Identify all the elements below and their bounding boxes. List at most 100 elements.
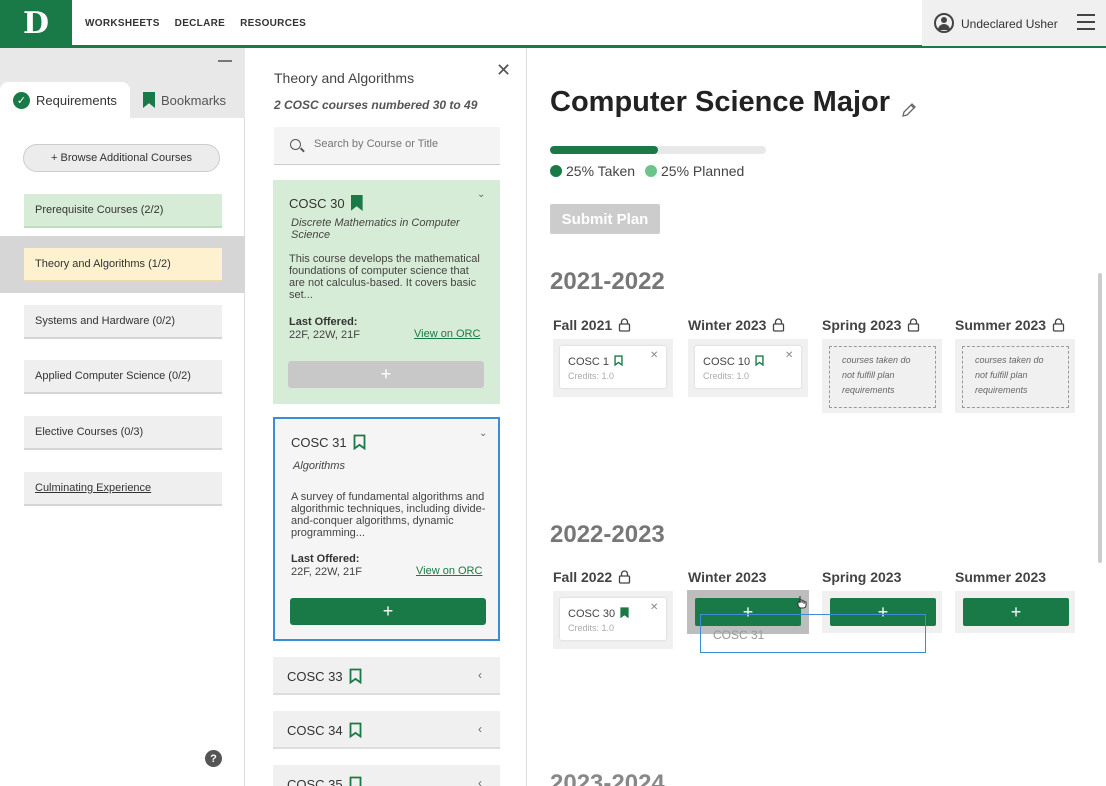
course-name: Algorithms (293, 460, 345, 472)
credits: Credits: 1.0 (568, 371, 615, 381)
tab-requirements[interactable]: ✓ Requirements (0, 82, 130, 118)
last-offered-value: 22F, 22W, 21F (291, 566, 362, 578)
bookmark-outline-icon[interactable] (349, 776, 362, 786)
planned-course-code: COSC 30 (568, 607, 629, 621)
course-name: Discrete Mathematics in Computer Science (291, 217, 460, 241)
last-offered-label: Last Offered: (289, 316, 358, 328)
nav-worksheets[interactable]: WORKSHEETS (85, 18, 160, 29)
bookmark-outline-icon[interactable] (614, 355, 623, 369)
submit-plan-button[interactable]: Submit Plan (550, 204, 660, 234)
planned-course[interactable]: COSC 1 Credits: 1.0 ✕ (560, 346, 666, 388)
panel-title: Theory and Algorithms (274, 70, 415, 86)
requirement-systems-hardware[interactable]: Systems and Hardware (0/2) (24, 305, 222, 339)
plan-area: Computer Science Major 25% Taken 25% Pla… (528, 48, 1106, 786)
bookmark-filled-icon[interactable] (620, 607, 629, 621)
credits: Credits: 1.0 (568, 623, 615, 633)
requirement-theory-algorithms[interactable]: Theory and Algorithms (1/2) (24, 248, 222, 282)
last-offered-value: 22F, 22W, 21F (289, 329, 360, 341)
chevron-down-icon[interactable]: ⌄ (477, 189, 485, 200)
bookmark-filled-icon[interactable] (350, 195, 363, 211)
course-code-label: COSC 30 (568, 608, 616, 620)
user-name: Undeclared Usher (961, 17, 1058, 31)
remove-course-icon[interactable]: ✕ (785, 350, 793, 361)
search-input[interactable] (314, 138, 484, 150)
term-label: Fall 2022 (553, 569, 613, 585)
collapse-sidebar-icon[interactable] (218, 60, 232, 62)
help-icon[interactable]: ? (205, 750, 222, 767)
close-icon[interactable]: ✕ (496, 60, 511, 81)
user-area[interactable]: Undeclared Usher (922, 0, 1106, 46)
term-heading: Summer 2023 (955, 317, 1065, 333)
course-code: COSC 33 (287, 668, 362, 684)
course-code-label: COSC 31 (291, 434, 347, 450)
course-card-collapsed[interactable]: COSC 34 ‹ (273, 711, 500, 749)
lock-icon (907, 318, 920, 332)
tab-bookmarks-label: Bookmarks (161, 92, 227, 108)
tab-bookmarks[interactable]: Bookmarks (131, 82, 245, 118)
lock-icon (1052, 318, 1065, 332)
planned-course[interactable]: COSC 30 Credits: 1.0 ✕ (560, 598, 666, 640)
bookmark-outline-icon[interactable] (755, 355, 764, 369)
bookmark-icon (143, 92, 155, 108)
course-card-collapsed[interactable]: COSC 33 ‹ (273, 657, 500, 695)
requirement-culminating[interactable]: Culminating Experience (24, 472, 222, 506)
term-heading: Summer 2023 (955, 569, 1047, 585)
course-code-label: COSC 33 (287, 668, 343, 684)
view-on-orc-link[interactable]: View on ORC (416, 565, 482, 577)
term-heading: Fall 2022 (553, 569, 631, 585)
view-on-orc-link[interactable]: View on ORC (414, 328, 480, 340)
chevron-left-icon[interactable]: ‹ (478, 668, 482, 682)
search-icon (290, 139, 301, 150)
course-card-collapsed[interactable]: COSC 35 ‹ (273, 765, 500, 786)
nav-resources[interactable]: RESOURCES (240, 18, 306, 29)
bookmark-outline-icon[interactable] (349, 722, 362, 738)
chevron-left-icon[interactable]: ‹ (478, 776, 482, 786)
term-slot: COSC 30 Credits: 1.0 ✕ (553, 591, 673, 649)
dartmouth-logo[interactable]: D (0, 0, 72, 46)
course-code: COSC 30 (289, 195, 363, 211)
course-description: This course develops the mathematical fo… (289, 253, 480, 301)
progress-bar (550, 146, 766, 154)
course-code: COSC 31 (291, 434, 366, 450)
add-course-button-disabled[interactable]: + (288, 361, 484, 388)
nav-declare[interactable]: DECLARE (175, 18, 225, 29)
credits: Credits: 1.0 (703, 371, 750, 381)
add-course-button[interactable]: + (290, 598, 486, 625)
plan-scrollbar[interactable] (1098, 273, 1102, 563)
course-code-label: COSC 34 (287, 722, 343, 738)
remove-course-icon[interactable]: ✕ (650, 602, 658, 613)
course-card-cosc30[interactable]: COSC 30 ⌄ Discrete Mathematics in Comput… (273, 180, 500, 404)
term-slot: courses taken do not fulfill plan requir… (955, 339, 1075, 413)
course-code: COSC 34 (287, 722, 362, 738)
major-title: Computer Science Major (550, 86, 918, 119)
bookmark-outline-icon[interactable] (349, 668, 362, 684)
course-card-cosc31[interactable]: COSC 31 ⌄ Algorithms A survey of fundame… (273, 417, 500, 641)
add-course-summer-button[interactable]: + (963, 598, 1069, 626)
course-code-label: COSC 35 (287, 776, 343, 786)
empty-term-note: courses taken do not fulfill plan requir… (829, 346, 936, 408)
chevron-left-icon[interactable]: ‹ (478, 722, 482, 736)
pencil-icon[interactable] (900, 94, 918, 117)
course-description: A survey of fundamental algorithms and a… (291, 491, 486, 539)
dragged-course-ghost[interactable]: COSC 31 (700, 614, 926, 653)
chevron-down-icon[interactable]: ⌄ (479, 428, 487, 439)
requirement-electives[interactable]: Elective Courses (0/3) (24, 416, 222, 450)
year-heading: 2022-2023 (550, 521, 665, 548)
panel-subtitle: 2 COSC courses numbered 30 to 49 (274, 98, 478, 112)
last-offered: Last Offered: 22F, 22W, 21F (289, 316, 360, 342)
progress-legend: 25% Taken 25% Planned (550, 163, 744, 179)
hamburger-menu-icon[interactable] (1077, 14, 1095, 30)
browse-additional-courses-button[interactable]: + Browse Additional Courses (23, 144, 220, 172)
remove-course-icon[interactable]: ✕ (650, 350, 658, 361)
progress-fill (550, 146, 658, 154)
planned-course-code: COSC 10 (703, 355, 764, 369)
lock-icon (772, 318, 785, 332)
requirement-prerequisite[interactable]: Prerequisite Courses (2/2) (24, 194, 222, 228)
requirement-applied-cs[interactable]: Applied Computer Science (0/2) (24, 360, 222, 394)
year-heading: 2023-2024 (550, 770, 665, 786)
bookmark-outline-icon[interactable] (353, 434, 366, 450)
course-search (274, 127, 500, 165)
term-label: Spring 2023 (822, 317, 902, 333)
planned-course-code: COSC 1 (568, 355, 623, 369)
planned-course[interactable]: COSC 10 Credits: 1.0 ✕ (695, 346, 801, 388)
